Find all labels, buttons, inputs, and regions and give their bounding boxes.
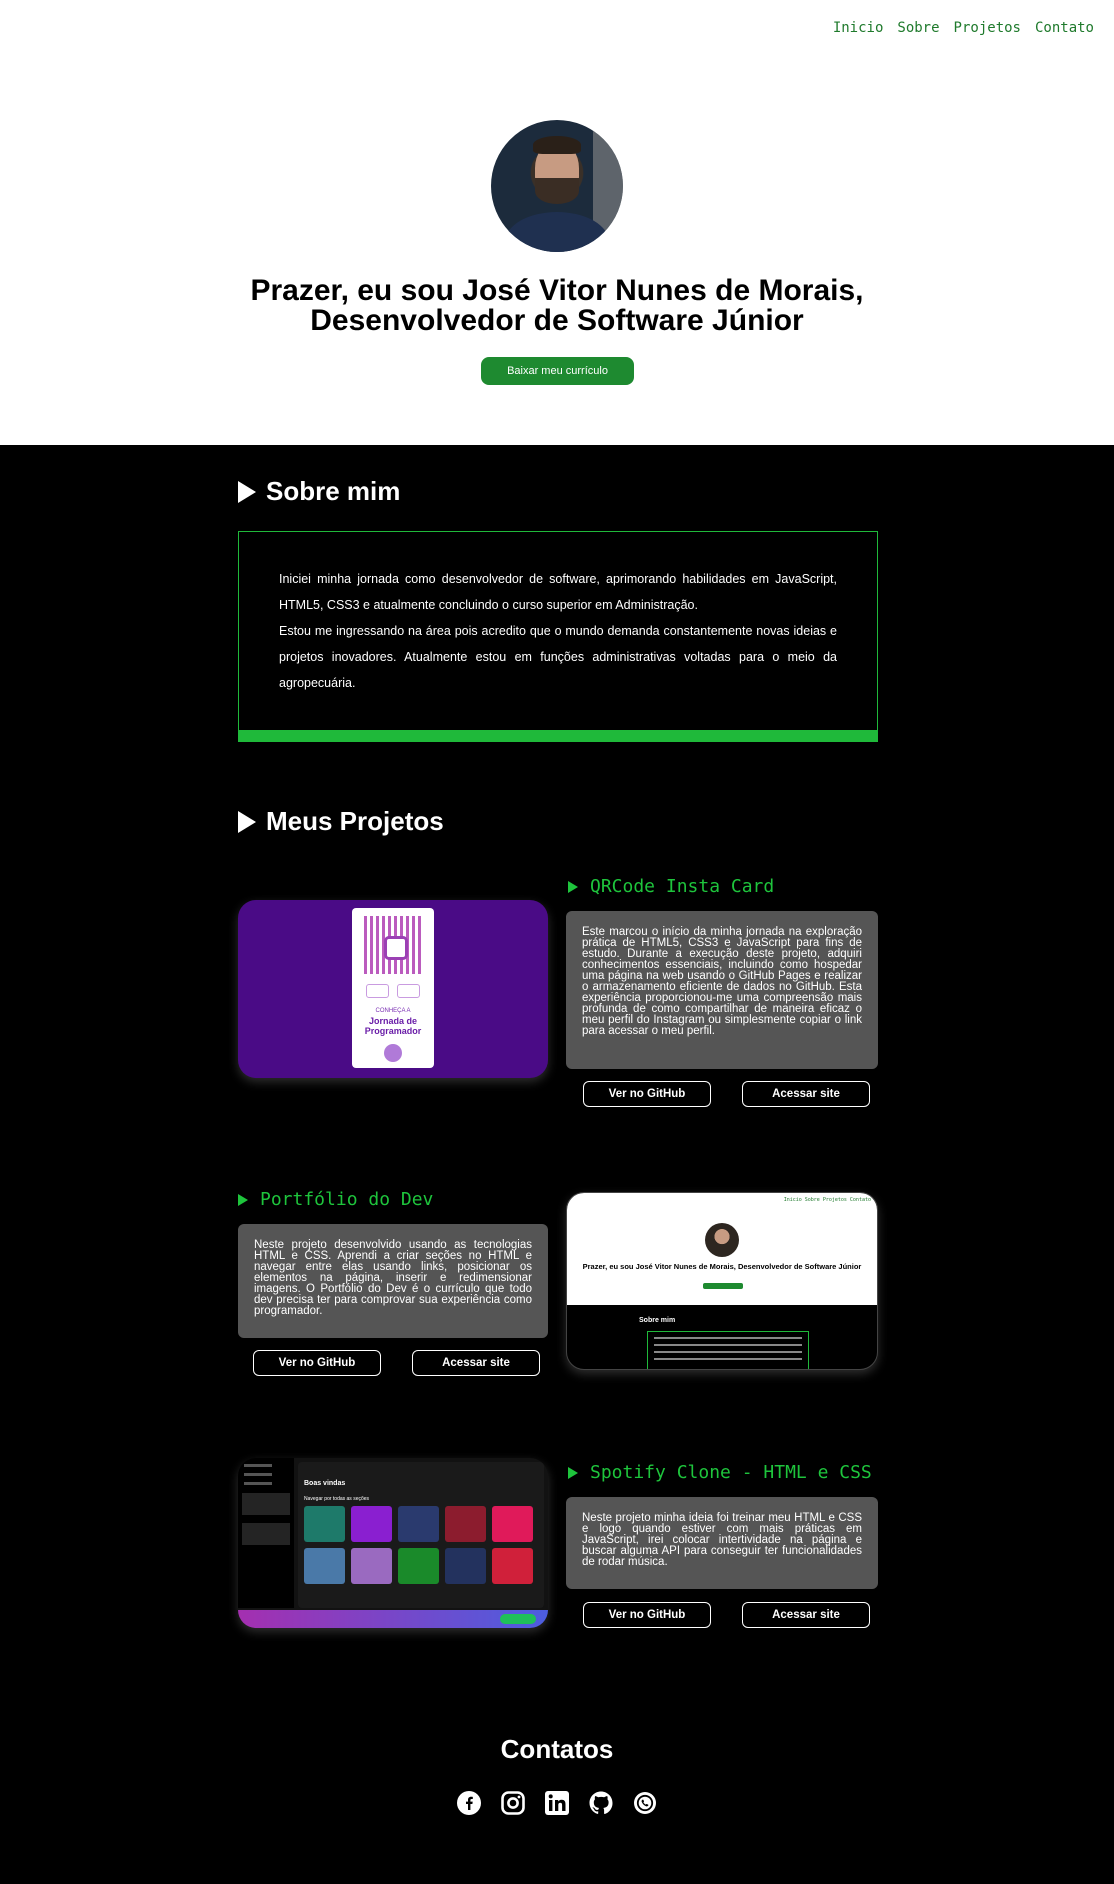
- thumb-about-box: [647, 1331, 809, 1369]
- github-icon[interactable]: [588, 1790, 614, 1816]
- nav-item-projetos[interactable]: Projetos: [954, 20, 1021, 36]
- about-heading-text: Sobre mim: [266, 476, 401, 506]
- project-thumbnail-spotify[interactable]: Boas vindas Navegar por todas as seções: [238, 1458, 548, 1628]
- nav-item-inicio[interactable]: Inicio: [833, 20, 884, 36]
- play-triangle-icon: [238, 1193, 248, 1206]
- project-description-qrcode: Este marcou o início da minha jornada na…: [566, 911, 878, 1069]
- site-button[interactable]: Acessar site: [742, 1081, 870, 1107]
- thumb-grid: [304, 1506, 533, 1584]
- project-title-portfolio: Portfólio do Dev: [238, 1189, 433, 1210]
- thumb-nav: Inicio Sobre Projetos Contato: [783, 1197, 871, 1203]
- project-description-portfolio: Neste projeto desenvolvido usando as tec…: [238, 1224, 548, 1338]
- nav-item-contato[interactable]: Contato: [1035, 20, 1094, 36]
- qr-card-title: Jornada de Programador: [364, 1016, 422, 1036]
- thumb-subheading: Navegar por todas as seções: [304, 1496, 370, 1502]
- thumb-sobre: Sobre mim: [639, 1317, 676, 1324]
- project-thumbnail-qrcode[interactable]: CONHEÇA A Jornada de Programador: [238, 900, 548, 1078]
- project-title-text: Portfólio do Dev: [260, 1189, 434, 1210]
- about-heading: Sobre mim: [238, 476, 400, 507]
- about-paragraph-2: Estou me ingressando na área pois acredi…: [279, 624, 837, 690]
- thumb-heading: Boas vindas: [304, 1480, 346, 1487]
- project-thumbnail-portfolio[interactable]: Inicio Sobre Projetos Contato Prazer, eu…: [566, 1192, 878, 1370]
- projects-heading-text: Meus Projetos: [266, 806, 444, 836]
- project-title-spotify: Spotify Clone - HTML e CSS: [568, 1462, 872, 1483]
- qr-card-caption: CONHEÇA A: [375, 1008, 411, 1014]
- social-links: [456, 1790, 658, 1816]
- thumb-main: Boas vindas Navegar por todas as seções: [298, 1462, 544, 1608]
- play-triangle-icon: [238, 480, 256, 503]
- character-icon: [384, 1044, 402, 1062]
- play-triangle-icon: [568, 1466, 578, 1479]
- project-title-text: QRCode Insta Card: [590, 876, 775, 897]
- download-cv-button[interactable]: Baixar meu currículo: [481, 357, 634, 385]
- play-triangle-icon: [568, 880, 578, 893]
- facebook-icon[interactable]: [456, 1790, 482, 1816]
- qr-code-icon: [364, 916, 422, 974]
- github-button[interactable]: Ver no GitHub: [253, 1350, 381, 1376]
- about-paragraph-1: Iniciei minha jornada como desenvolvedor…: [279, 572, 837, 612]
- hero-title: Prazer, eu sou José Vitor Nunes de Morai…: [0, 276, 1114, 336]
- site-button[interactable]: Acessar site: [742, 1602, 870, 1628]
- hero-section: Inicio Sobre Projetos Contato Prazer, eu…: [0, 0, 1114, 445]
- project-title-text: Spotify Clone - HTML e CSS: [590, 1462, 872, 1483]
- hero-title-line1: Prazer, eu sou José Vitor Nunes de Morai…: [250, 274, 864, 307]
- github-button[interactable]: Ver no GitHub: [583, 1081, 711, 1107]
- instagram-icon[interactable]: [500, 1790, 526, 1816]
- thumb-avatar: [705, 1223, 739, 1257]
- hero-title-line2: Desenvolvedor de Software Júnior: [310, 304, 804, 337]
- site-button[interactable]: Acessar site: [412, 1350, 540, 1376]
- qr-card: CONHEÇA A Jornada de Programador: [352, 908, 434, 1068]
- project-description-spotify: Neste projeto minha ideia foi treinar me…: [566, 1497, 878, 1589]
- about-box: Iniciei minha jornada como desenvolvedor…: [238, 531, 878, 742]
- linkedin-icon[interactable]: [544, 1790, 570, 1816]
- profile-avatar: [491, 120, 623, 252]
- github-button[interactable]: Ver no GitHub: [583, 1602, 711, 1628]
- play-triangle-icon: [238, 810, 256, 833]
- thumb-title: Prazer, eu sou José Vitor Nunes de Morai…: [582, 1262, 862, 1271]
- contacts-heading: Contatos: [500, 1734, 614, 1764]
- thumb-sidebar: [238, 1458, 294, 1608]
- top-nav: Inicio Sobre Projetos Contato: [833, 20, 1094, 36]
- nav-item-sobre[interactable]: Sobre: [897, 20, 939, 36]
- project-title-qrcode: QRCode Insta Card: [568, 876, 774, 897]
- thumb-bottom-bar: [238, 1610, 548, 1628]
- whatsapp-icon[interactable]: [632, 1790, 658, 1816]
- thumb-cv-button: [703, 1283, 743, 1289]
- projects-heading: Meus Projetos: [238, 806, 444, 837]
